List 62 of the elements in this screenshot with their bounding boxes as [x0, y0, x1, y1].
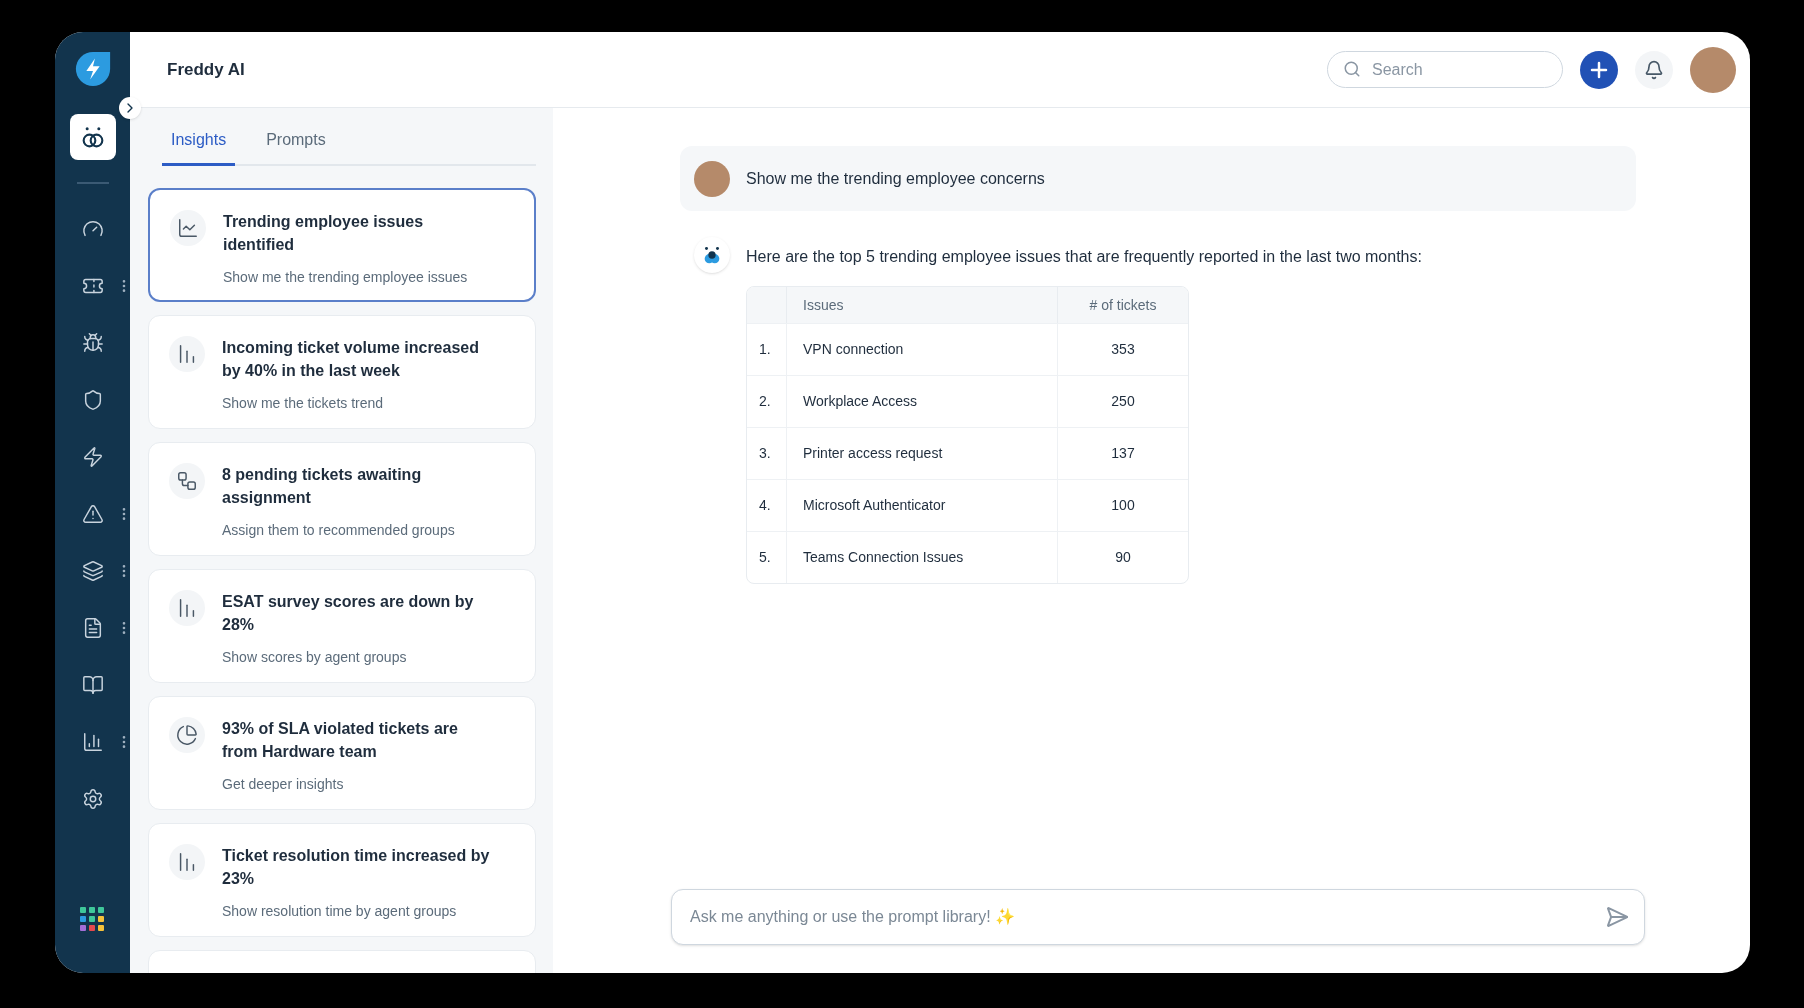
table-cell: 250 — [1058, 375, 1188, 427]
insight-card[interactable]: Incoming ticket volume increased by 40% in the last week Show me the tickets trend — [148, 315, 536, 429]
table-cell: 4. — [747, 479, 787, 531]
message-text: Here are the top 5 trending employee issues that are frequently reported in the last two months: — [746, 247, 1422, 267]
insight-action: Show me the trending employee issues — [223, 268, 469, 287]
notifications-button[interactable] — [1635, 50, 1673, 89]
column-header: Issues — [787, 287, 1058, 323]
insight-action: Assign them to recommended groups — [222, 521, 456, 540]
sidebar-item[interactable] — [69, 114, 116, 160]
page-title: Freddy AI — [167, 58, 245, 81]
insight-title: 8 pending tickets awaiting assignment — [222, 465, 423, 508]
insight-action: Show resolution time by agent groups — [222, 902, 458, 921]
settings-icon — [81, 788, 104, 810]
flow-icon — [176, 470, 198, 492]
insight-title: Incoming ticket volume increased by 40% in the last week — [222, 338, 480, 381]
warning-icon — [81, 503, 104, 525]
insight-action: Get deeper insights — [222, 775, 345, 794]
pie-chart-icon — [176, 724, 198, 746]
layers-icon — [81, 560, 104, 582]
avatar[interactable] — [1690, 46, 1736, 93]
insight-action: Show scores by agent groups — [222, 648, 408, 667]
table-cell: Microsoft Authenticator — [787, 479, 1058, 531]
insight-card[interactable]: Ticket resolution time increased by 23% Show resolution time by agent groups — [148, 823, 536, 937]
book-icon — [81, 674, 104, 696]
table-cell: Printer access request — [787, 427, 1058, 479]
search-field[interactable]: Search — [1327, 51, 1563, 88]
bell-icon — [1644, 59, 1664, 80]
insight-title: 93% of SLA violated tickets are from Hardware team — [222, 719, 459, 762]
table-cell: Workplace Access — [787, 375, 1058, 427]
table-cell: 353 — [1058, 323, 1188, 375]
table-cell: Teams Connection Issues — [787, 531, 1058, 583]
table-cell: 100 — [1058, 479, 1188, 531]
user-avatar — [694, 160, 730, 197]
insight-card[interactable]: ESAT survey scores are down by 28% Show scores by agent groups — [148, 569, 536, 683]
table-cell: 5. — [747, 531, 787, 583]
message-text: Show me the trending employee concerns — [746, 168, 1045, 189]
chat-input[interactable]: Ask me anything or use the prompt library! ✨ — [671, 889, 1645, 945]
bug-icon — [81, 332, 104, 354]
table-cell: 1. — [747, 323, 787, 375]
table-cell: 2. — [747, 375, 787, 427]
add-button[interactable] — [1580, 50, 1618, 89]
send-icon[interactable] — [1605, 905, 1629, 929]
logo-icon — [73, 50, 112, 88]
line-chart-icon — [177, 217, 199, 239]
insight-title: Trending employee issues identified — [223, 212, 425, 255]
table-cell: 137 — [1058, 427, 1188, 479]
bar-chart-icon — [81, 731, 104, 753]
insight-card[interactable]: Trending employee issues identified Show me the trending employee issues — [148, 188, 536, 302]
table-cell: 3. — [747, 427, 787, 479]
insight-card[interactable]: 93% of SLA violated tickets are from Hardware team Get deeper insights — [148, 696, 536, 810]
tab[interactable]: Prompts — [257, 128, 335, 166]
column-header: # of tickets — [1088, 295, 1158, 315]
lightning-icon — [81, 446, 104, 468]
table-cell: VPN connection — [787, 323, 1058, 375]
insight-title: ESAT survey scores are down by 28% — [222, 592, 475, 635]
search-icon — [1343, 60, 1361, 78]
insight-action: Show me the tickets trend — [222, 394, 385, 413]
insight-card[interactable]: 8 pending tickets awaiting assignment Assign them to recommended groups — [148, 442, 536, 556]
table-cell: 90 — [1058, 531, 1188, 583]
tab[interactable]: Insights — [162, 128, 236, 166]
apps-grid-icon — [79, 907, 106, 933]
insight-title: Ticket resolution time increased by 23% — [222, 846, 490, 889]
